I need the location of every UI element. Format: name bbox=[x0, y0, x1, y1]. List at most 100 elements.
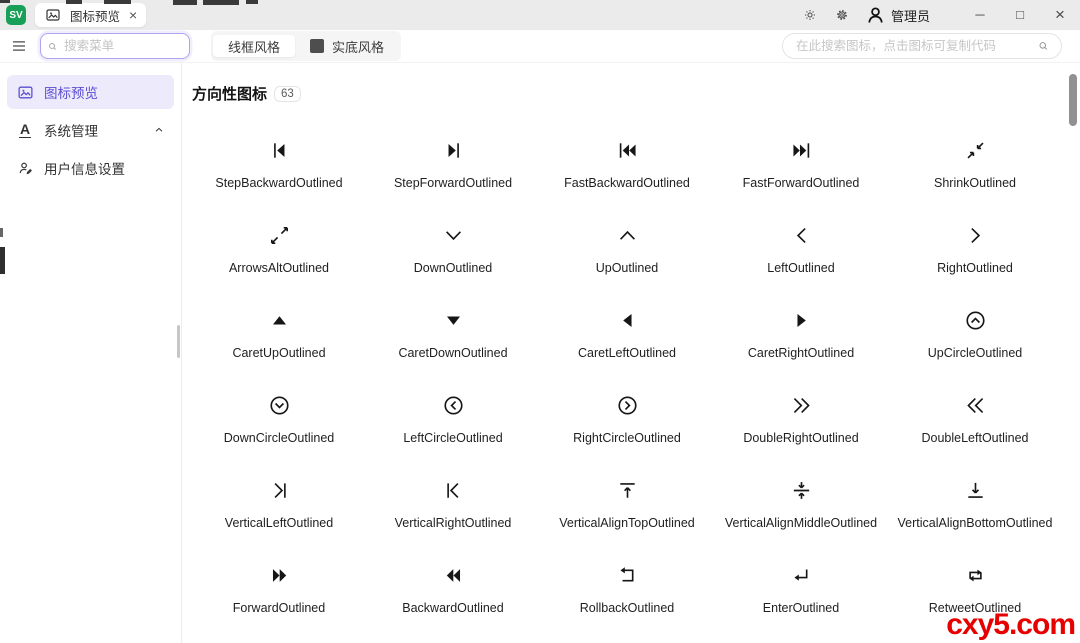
icon-search-box[interactable] bbox=[782, 33, 1062, 59]
user-name[interactable]: 管理员 bbox=[891, 6, 930, 25]
icon-cell-rollback[interactable]: RollbackOutlined bbox=[540, 542, 714, 627]
icon-label: ArrowsAltOutlined bbox=[228, 261, 330, 275]
icon-cell-caret-right[interactable]: CaretRightOutlined bbox=[714, 287, 888, 372]
icon-cell-step-forward[interactable]: StepForwardOutlined bbox=[366, 117, 540, 202]
icon-cell-step-backward[interactable]: StepBackwardOutlined bbox=[192, 117, 366, 202]
icon-cell-fast-forward[interactable]: FastForwardOutlined bbox=[714, 117, 888, 202]
section-count-badge: 63 bbox=[274, 85, 301, 102]
sidebar-item-label: 系统管理 bbox=[44, 124, 98, 139]
icon-cell-right[interactable]: RightOutlined bbox=[888, 202, 1062, 287]
icon-cell-double-left[interactable]: DoubleLeftOutlined bbox=[888, 372, 1062, 457]
icon-cell-double-right[interactable]: DoubleRightOutlined bbox=[714, 372, 888, 457]
window-controls: ─ □ × bbox=[960, 0, 1080, 30]
right-circle-icon bbox=[616, 385, 639, 425]
icon-label: DoubleLeftOutlined bbox=[921, 431, 1029, 445]
window-minimize-button[interactable]: ─ bbox=[960, 0, 1000, 30]
tab-title: 图标预览 bbox=[70, 9, 121, 24]
icon-cell-down[interactable]: DownOutlined bbox=[366, 202, 540, 287]
icon-cell-forward[interactable]: ForwardOutlined bbox=[192, 542, 366, 627]
icon-label: FastForwardOutlined bbox=[742, 176, 860, 190]
sidebar-collapse-icon[interactable] bbox=[9, 36, 29, 56]
segment-wireframe-style[interactable]: 线框风格 bbox=[213, 35, 296, 57]
icon-label: DownCircleOutlined bbox=[223, 431, 335, 445]
down-icon bbox=[442, 215, 465, 255]
watermark: cxy5.com bbox=[946, 608, 1076, 641]
icon-cell-vertical-align-top[interactable]: VerticalAlignTopOutlined bbox=[540, 457, 714, 542]
left-circle-icon bbox=[442, 385, 465, 425]
icon-cell-vertical-right[interactable]: VerticalRightOutlined bbox=[366, 457, 540, 542]
icon-label: CaretRightOutlined bbox=[747, 346, 855, 360]
sidebar-item-user-info-settings[interactable]: 用户信息设置 bbox=[7, 151, 174, 185]
icon-cell-enter[interactable]: EnterOutlined bbox=[714, 542, 888, 627]
tab-close-icon[interactable]: × bbox=[129, 8, 137, 22]
icon-label: LeftCircleOutlined bbox=[403, 431, 503, 445]
caret-up-icon bbox=[268, 300, 291, 340]
icon-label: DoubleRightOutlined bbox=[743, 431, 859, 445]
icon-label: RightCircleOutlined bbox=[573, 431, 681, 445]
icon-cell-right-circle[interactable]: RightCircleOutlined bbox=[540, 372, 714, 457]
icon-cell-shrink[interactable]: ShrinkOutlined bbox=[888, 117, 1062, 202]
sidebar-item-system-management[interactable]: A 系统管理 bbox=[7, 113, 174, 147]
icon-grid: StepBackwardOutlined StepForwardOutlined F… bbox=[192, 117, 1080, 627]
tab-icon-preview[interactable]: 图标预览 × bbox=[35, 3, 147, 27]
rollback-icon bbox=[616, 555, 639, 595]
icon-cell-left[interactable]: LeftOutlined bbox=[714, 202, 888, 287]
theme-sun-icon[interactable] bbox=[801, 6, 819, 24]
icon-label: VerticalAlignTopOutlined bbox=[559, 516, 695, 530]
icon-search-input[interactable] bbox=[794, 38, 1032, 54]
screen-edge-artifact bbox=[0, 247, 5, 274]
icon-cell-backward[interactable]: BackwardOutlined bbox=[366, 542, 540, 627]
icon-label: StepBackwardOutlined bbox=[215, 176, 343, 190]
settings-gear-icon[interactable] bbox=[833, 6, 851, 24]
retweet-icon bbox=[964, 555, 987, 595]
icon-cell-down-circle[interactable]: DownCircleOutlined bbox=[192, 372, 366, 457]
icon-cell-arrows-alt[interactable]: ArrowsAltOutlined bbox=[192, 202, 366, 287]
icon-label: DownOutlined bbox=[413, 261, 493, 275]
screen-edge-artifact bbox=[0, 228, 3, 237]
icon-cell-vertical-align-bottom[interactable]: VerticalAlignBottomOutlined bbox=[888, 457, 1062, 542]
icon-cell-vertical-align-middle[interactable]: VerticalAlignMiddleOutlined bbox=[714, 457, 888, 542]
vertical-align-middle-icon bbox=[790, 470, 813, 510]
sidebar-item-icon-preview[interactable]: 图标预览 bbox=[7, 75, 174, 109]
segment-label: 实底风格 bbox=[332, 39, 385, 55]
icon-cell-fast-backward[interactable]: FastBackwardOutlined bbox=[540, 117, 714, 202]
shrink-icon bbox=[964, 130, 987, 170]
icon-label: UpCircleOutlined bbox=[927, 346, 1023, 360]
down-circle-icon bbox=[268, 385, 291, 425]
icon-label: FastBackwardOutlined bbox=[564, 176, 690, 190]
window-close-button[interactable]: × bbox=[1040, 0, 1080, 30]
icon-cell-vertical-left[interactable]: VerticalLeftOutlined bbox=[192, 457, 366, 542]
icon-label: VerticalAlignBottomOutlined bbox=[897, 516, 1053, 530]
main-scrollbar-thumb[interactable] bbox=[1069, 74, 1077, 126]
user-edit-icon bbox=[16, 159, 34, 177]
segment-solid-style[interactable]: 实底风格 bbox=[295, 35, 399, 57]
arrows-alt-icon bbox=[268, 215, 291, 255]
icon-cell-caret-down[interactable]: CaretDownOutlined bbox=[366, 287, 540, 372]
main-scrollbar[interactable] bbox=[1068, 63, 1078, 643]
search-icon bbox=[1039, 42, 1048, 50]
icon-cell-caret-up[interactable]: CaretUpOutlined bbox=[192, 287, 366, 372]
sidebar-scrollbar-thumb[interactable] bbox=[177, 325, 180, 358]
right-icon bbox=[964, 215, 987, 255]
icon-cell-caret-left[interactable]: CaretLeftOutlined bbox=[540, 287, 714, 372]
titlebar: SV 图标预览 × 管理员 ─ □ × bbox=[0, 0, 1080, 30]
icon-cell-up-circle[interactable]: UpCircleOutlined bbox=[888, 287, 1062, 372]
style-segmented-control: 线框风格 实底风格 bbox=[211, 31, 402, 61]
icon-label: ForwardOutlined bbox=[232, 601, 326, 615]
icon-label: CaretUpOutlined bbox=[232, 346, 326, 360]
chevron-up-icon bbox=[153, 124, 165, 136]
image-icon bbox=[44, 6, 62, 24]
enter-icon bbox=[790, 555, 813, 595]
window-maximize-button[interactable]: □ bbox=[1000, 0, 1040, 30]
icon-label: LeftOutlined bbox=[767, 261, 835, 275]
vertical-align-bottom-icon bbox=[964, 470, 987, 510]
app-logo[interactable]: SV bbox=[6, 5, 26, 25]
icon-label: VerticalRightOutlined bbox=[394, 516, 512, 530]
vertical-right-icon bbox=[442, 470, 465, 510]
menu-search-input[interactable] bbox=[62, 38, 183, 54]
user-avatar-icon[interactable] bbox=[865, 5, 886, 26]
icon-cell-up[interactable]: UpOutlined bbox=[540, 202, 714, 287]
menu-search-box[interactable] bbox=[40, 33, 190, 59]
icon-cell-left-circle[interactable]: LeftCircleOutlined bbox=[366, 372, 540, 457]
double-right-icon bbox=[790, 385, 813, 425]
